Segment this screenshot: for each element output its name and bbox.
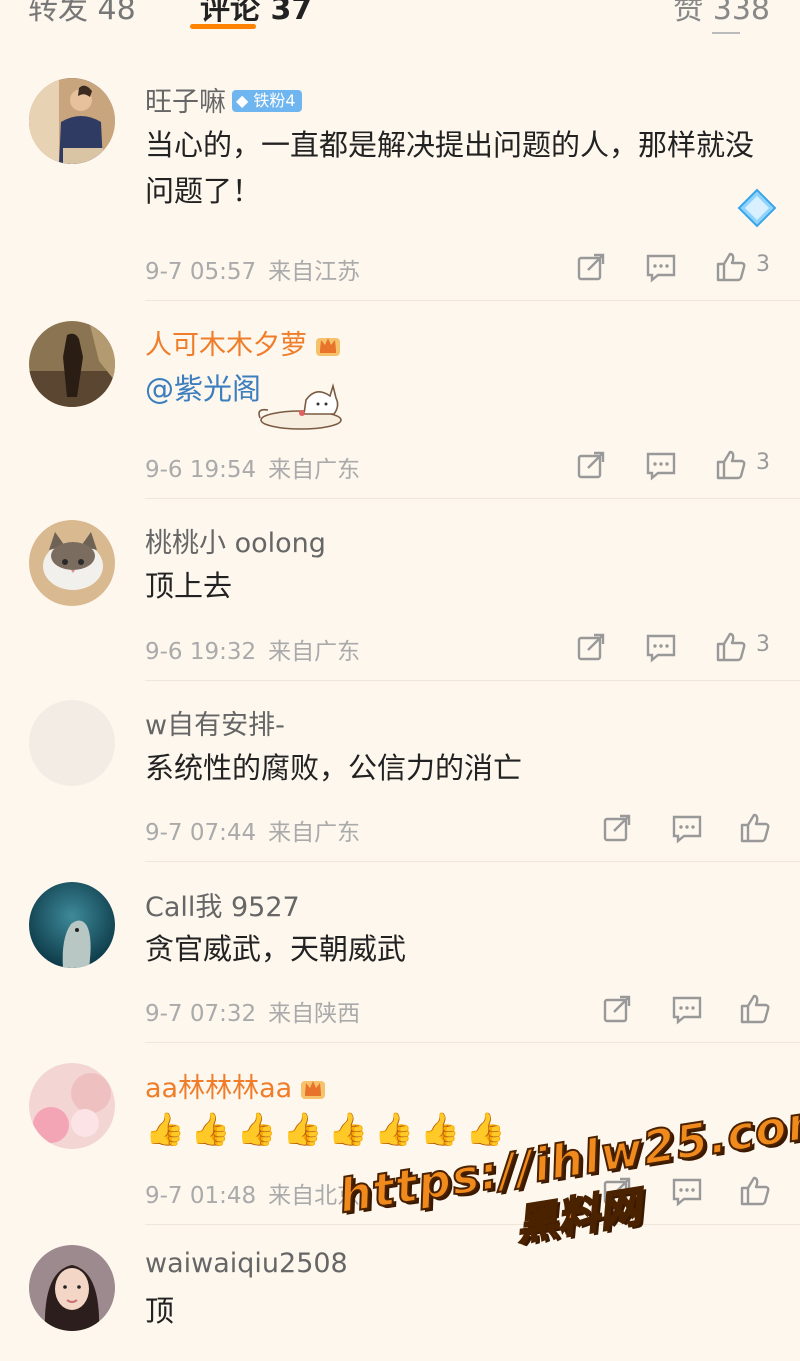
username-text[interactable]: 旺子嘛 [145, 87, 226, 118]
divider [145, 680, 800, 681]
share-icon[interactable] [574, 630, 608, 664]
username-text[interactable]: aa林林林aa [145, 1073, 292, 1104]
comment-icon[interactable] [670, 1174, 704, 1208]
divider [145, 498, 800, 499]
avatar[interactable] [29, 700, 115, 786]
divider [145, 1042, 800, 1043]
comment-location: 来自广东 [268, 457, 361, 483]
seal-avatar-icon [29, 882, 115, 968]
comment-actions [570, 1174, 800, 1208]
share-icon[interactable] [574, 448, 608, 482]
comment-meta: 9-7 01:48 来自北京 [145, 1176, 372, 1210]
share-icon[interactable] [600, 992, 634, 1026]
cat-avatar-icon [29, 520, 115, 606]
comment-text: 贪官威武，天朝威武 [145, 932, 407, 966]
like-icon[interactable] [738, 811, 772, 845]
tab-reposts[interactable]: 转发 48 [28, 0, 136, 28]
comment-text: @紫光阁 [145, 366, 745, 412]
avatar[interactable] [29, 520, 115, 606]
active-tab-indicator [190, 24, 256, 29]
like-count: 3 [756, 450, 770, 475]
comment-icon[interactable] [644, 250, 678, 284]
share-icon[interactable] [600, 811, 634, 845]
comment-text: 顶 [145, 1294, 175, 1328]
man-avatar-icon [29, 78, 115, 164]
dog-sticker-icon [258, 382, 342, 430]
comment-username[interactable]: aa林林林aa [145, 1066, 328, 1105]
comment-location: 来自广东 [268, 639, 361, 665]
crown-icon [301, 1080, 326, 1099]
comment-location: 来自广东 [268, 820, 361, 846]
comment-icon[interactable] [670, 992, 704, 1026]
tab-bar: 转发 48 评论 37 赞 338 [0, 0, 800, 50]
comment-date: 9-6 19:32 [145, 639, 257, 665]
comment-actions: 3 [540, 630, 800, 664]
comment-meta: 9-6 19:54 来自广东 [145, 450, 372, 484]
avatar[interactable] [29, 321, 115, 407]
avatar[interactable] [29, 882, 115, 968]
avatar[interactable] [29, 78, 115, 164]
comment-meta: 9-7 05:57 来自江苏 [145, 252, 372, 286]
comment-username[interactable]: w自有安排- [145, 703, 285, 742]
like-icon[interactable] [714, 630, 748, 664]
share-icon[interactable] [574, 250, 608, 284]
share-icon[interactable] [600, 1174, 634, 1208]
pink-photo-avatar-icon [29, 1063, 115, 1149]
comment-text: 系统性的腐败，公信力的消亡 [145, 751, 523, 785]
comment-username[interactable]: waiwaiqiu2508 [145, 1248, 348, 1279]
avatar[interactable] [29, 1245, 115, 1331]
mention-link[interactable]: @紫光阁 [145, 372, 261, 406]
comment-date: 9-7 01:48 [145, 1183, 257, 1209]
comment-icon[interactable] [644, 448, 678, 482]
tab-likes[interactable]: 赞 338 [673, 0, 770, 28]
comment-meta: 9-7 07:44 来自广东 [145, 813, 372, 847]
comment-location: 来自北京 [268, 1183, 361, 1209]
comment-text: 当心的，一直都是解决提出问题的人，那样就没问题了！ [145, 128, 755, 208]
comment-text: 顶上去 [145, 569, 233, 603]
fan-badge: ◆ 铁粉4 [232, 89, 302, 112]
like-icon[interactable] [738, 1174, 772, 1208]
divider [145, 300, 800, 301]
shadow-figure-avatar-icon [29, 321, 115, 407]
fan-badge-label: 铁粉4 [253, 90, 296, 110]
comment-text: 👍👍👍👍👍👍👍👍 [145, 1110, 512, 1148]
comment-actions: 3 [540, 250, 800, 284]
comment-date: 9-7 07:44 [145, 820, 257, 846]
comment-username[interactable]: 桃桃小 oolong [145, 521, 326, 560]
comment-date: 9-7 05:57 [145, 259, 257, 285]
comment-meta: 9-6 19:32 来自广东 [145, 632, 372, 666]
like-count: 3 [756, 632, 770, 657]
girl-portrait-avatar-icon [29, 1245, 115, 1331]
like-icon[interactable] [714, 250, 748, 284]
comment-username[interactable]: Call我 9527 [145, 885, 300, 924]
divider [145, 861, 800, 862]
crown-icon [316, 337, 340, 356]
comment-meta: 9-7 07:32 来自陕西 [145, 994, 372, 1028]
username-text[interactable]: 人可木木夕萝 [145, 330, 307, 361]
comment-location: 来自江苏 [268, 259, 361, 285]
comment-actions: 3 [540, 448, 800, 482]
comment-actions [570, 992, 800, 1026]
comment-username[interactable]: 旺子嘛 ◆ 铁粉4 [145, 80, 302, 119]
comment-location: 来自陕西 [268, 1001, 361, 1027]
comment-actions [570, 811, 800, 845]
like-icon[interactable] [714, 448, 748, 482]
like-count: 3 [756, 252, 770, 277]
comment-icon[interactable] [670, 811, 704, 845]
divider [145, 1224, 800, 1225]
comment-username[interactable]: 人可木木夕萝 [145, 323, 343, 362]
comment-date: 9-7 07:32 [145, 1001, 257, 1027]
comment-icon[interactable] [644, 630, 678, 664]
diamond-sparkle-icon [737, 188, 777, 228]
avatar[interactable] [29, 1063, 115, 1149]
like-icon[interactable] [738, 992, 772, 1026]
comment-date: 9-6 19:54 [145, 457, 257, 483]
sort-mark [712, 32, 740, 34]
